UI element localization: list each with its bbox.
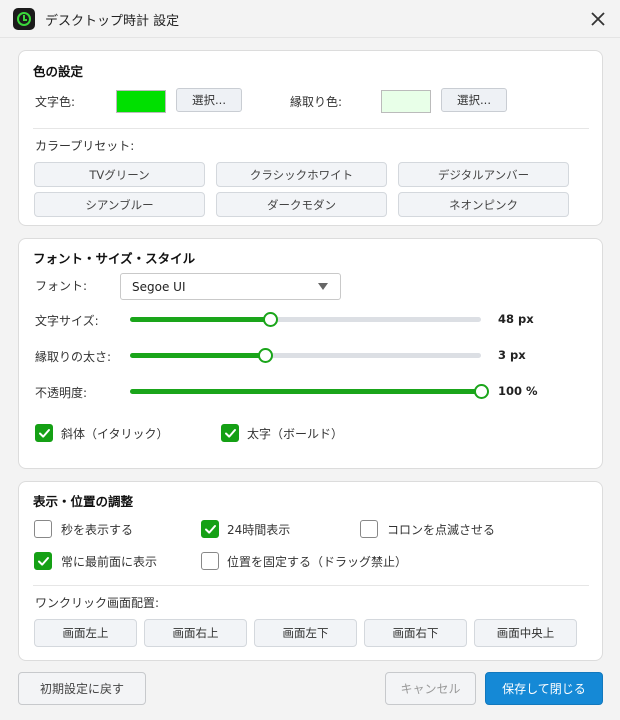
font-select-value: Segoe UI [132, 279, 186, 294]
check-icon [204, 524, 216, 534]
display-settings-section: 表示・位置の調整 秒を表示する 24時間表示 コロンを点滅させる 常に最前面に表… [18, 481, 603, 661]
cancel-button[interactable]: キャンセル [385, 672, 476, 705]
check-icon [38, 428, 50, 438]
outline-width-value: 3 px [498, 348, 526, 362]
preset-digital-amber-button[interactable]: デジタルアンバー [398, 162, 569, 187]
position-bottom-left-button[interactable]: 画面左下 [254, 619, 357, 647]
preset-cyan-blue-button[interactable]: シアンブルー [34, 192, 205, 217]
opacity-value: 100 % [498, 384, 538, 398]
divider [33, 128, 589, 129]
chevron-down-icon [318, 283, 328, 290]
show-seconds-label: 秒を表示する [61, 523, 134, 537]
font-settings-section: フォント・サイズ・スタイル フォント: Segoe UI 文字サイズ: 48 p… [18, 238, 603, 469]
italic-checkbox[interactable] [35, 424, 53, 442]
show-seconds-checkbox[interactable] [34, 520, 52, 538]
color-settings-section: 色の設定 文字色: 選択... 縁取り色: 選択... カラープリセット: TV… [18, 50, 603, 226]
blink-colon-checkbox[interactable] [360, 520, 378, 538]
window-title: デスクトップ時計 設定 [45, 14, 180, 29]
24-hour-checkbox[interactable] [201, 520, 219, 538]
font-size-value: 48 px [498, 312, 534, 326]
preset-neon-pink-button[interactable]: ネオンピンク [398, 192, 569, 217]
bold-label: 太字（ボールド） [247, 427, 344, 441]
preset-tv-green-button[interactable]: TVグリーン [34, 162, 205, 187]
color-presets-label: カラープリセット: [35, 139, 135, 153]
section-title-display: 表示・位置の調整 [33, 494, 134, 509]
placement-label: ワンクリック画面配置: [35, 596, 160, 610]
slider-thumb[interactable] [474, 384, 489, 399]
text-color-label: 文字色: [35, 95, 76, 109]
text-color-select-button[interactable]: 選択... [176, 88, 242, 112]
position-top-left-button[interactable]: 画面左上 [34, 619, 137, 647]
close-icon [591, 12, 605, 26]
section-title-colors: 色の設定 [33, 64, 84, 79]
clock-icon [13, 8, 35, 30]
opacity-label: 不透明度: [35, 386, 88, 400]
position-bottom-right-button[interactable]: 画面右下 [364, 619, 467, 647]
lock-position-label: 位置を固定する（ドラッグ禁止） [227, 555, 408, 569]
save-and-close-button[interactable]: 保存して閉じる [485, 672, 603, 705]
outline-width-label: 縁取りの太さ: [35, 350, 112, 364]
outline-color-select-button[interactable]: 選択... [441, 88, 507, 112]
outline-color-label: 縁取り色: [290, 95, 343, 109]
font-size-slider[interactable] [130, 311, 481, 327]
always-on-top-label: 常に最前面に表示 [61, 555, 158, 569]
check-icon [37, 556, 49, 566]
close-button[interactable] [584, 5, 612, 33]
font-select[interactable]: Segoe UI [120, 273, 341, 300]
font-size-label: 文字サイズ: [35, 314, 99, 328]
blink-colon-label: コロンを点滅させる [387, 523, 496, 537]
always-on-top-checkbox[interactable] [34, 552, 52, 570]
slider-thumb[interactable] [258, 348, 274, 363]
italic-label: 斜体（イタリック） [61, 427, 169, 441]
slider-thumb[interactable] [263, 312, 279, 327]
position-top-right-button[interactable]: 画面右上 [144, 619, 247, 647]
font-label: フォント: [35, 279, 88, 293]
lock-position-checkbox[interactable] [201, 552, 219, 570]
divider [33, 585, 589, 586]
outline-width-slider[interactable] [130, 347, 481, 363]
bold-checkbox[interactable] [221, 424, 239, 442]
title-bar: デスクトップ時計 設定 [0, 0, 620, 38]
opacity-slider[interactable] [130, 383, 489, 399]
check-icon [224, 428, 236, 438]
preset-dark-modern-button[interactable]: ダークモダン [216, 192, 387, 217]
section-title-font: フォント・サイズ・スタイル [33, 251, 196, 266]
text-color-swatch [116, 90, 166, 113]
outline-color-swatch [381, 90, 431, 113]
position-top-center-button[interactable]: 画面中央上 [474, 619, 577, 647]
24-hour-label: 24時間表示 [227, 523, 291, 537]
reset-defaults-button[interactable]: 初期設定に戻す [18, 672, 146, 705]
preset-classic-white-button[interactable]: クラシックホワイト [216, 162, 387, 187]
